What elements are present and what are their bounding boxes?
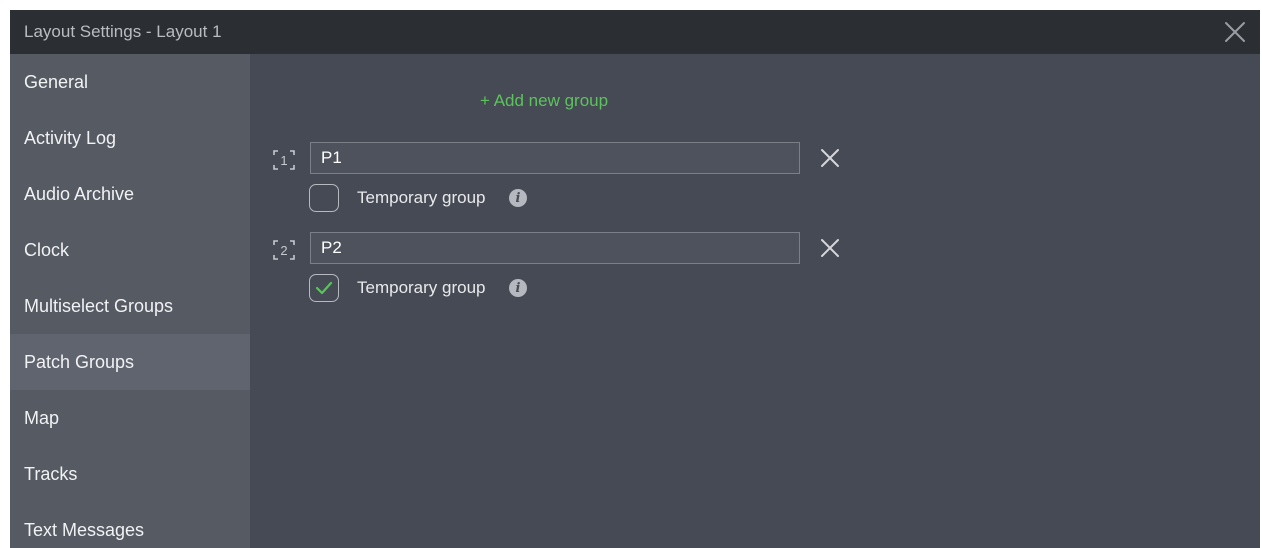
window-title: Layout Settings - Layout 1 — [24, 22, 222, 41]
sidebar-item-label: Activity Log — [24, 127, 117, 148]
sidebar-item-patch-groups[interactable]: Patch Groups — [10, 334, 250, 390]
group-number-icon: 2 — [272, 239, 296, 261]
sidebar-item-label: Map — [24, 407, 60, 428]
sidebar-item-label: Patch Groups — [24, 351, 135, 372]
checkmark-icon — [315, 281, 333, 295]
sidebar-item-clock[interactable]: Clock — [10, 222, 250, 278]
sidebar-item-label: Tracks — [24, 463, 78, 484]
group-number: 1 — [280, 153, 287, 168]
group-name-input[interactable] — [310, 232, 800, 264]
info-icon[interactable]: i — [509, 189, 527, 207]
close-icon — [821, 239, 839, 257]
sidebar-item-tracks[interactable]: Tracks — [10, 446, 250, 502]
temporary-group-checkbox[interactable] — [309, 274, 339, 302]
group-number-icon: 1 — [272, 149, 296, 171]
window-close-button[interactable] — [1222, 19, 1248, 45]
sidebar-item-label: Audio Archive — [24, 183, 135, 204]
settings-sidebar: General Activity Log Audio Archive Clock… — [10, 54, 250, 548]
temporary-group-label: Temporary group — [357, 278, 486, 297]
close-icon — [821, 149, 839, 167]
sidebar-item-label: General — [24, 71, 89, 92]
sidebar-item-activity-log[interactable]: Activity Log — [10, 110, 250, 166]
layout-settings-window: Layout Settings - Layout 1 General Activ… — [10, 10, 1260, 548]
sidebar-item-label: Multiselect Groups — [24, 295, 174, 316]
add-new-group-link[interactable]: + Add new group — [480, 91, 608, 111]
group-number: 2 — [280, 243, 287, 258]
remove-group-button[interactable] — [817, 145, 843, 171]
temporary-group-checkbox[interactable] — [309, 184, 339, 212]
remove-group-button[interactable] — [817, 235, 843, 261]
title-bar: Layout Settings - Layout 1 — [10, 10, 1260, 54]
sidebar-item-text-messages[interactable]: Text Messages — [10, 502, 250, 548]
info-icon[interactable]: i — [509, 279, 527, 297]
sidebar-item-audio-archive[interactable]: Audio Archive — [10, 166, 250, 222]
sidebar-item-label: Text Messages — [24, 519, 145, 540]
sidebar-item-map[interactable]: Map — [10, 390, 250, 446]
temporary-group-label: Temporary group — [357, 188, 486, 207]
sidebar-item-general[interactable]: General — [10, 54, 250, 110]
group-name-input[interactable] — [310, 142, 800, 174]
patch-groups-panel: + Add new group 1 Temporary group i — [250, 54, 1260, 548]
close-icon — [1225, 22, 1245, 42]
sidebar-item-multiselect-groups[interactable]: Multiselect Groups — [10, 278, 250, 334]
sidebar-item-label: Clock — [24, 239, 70, 260]
